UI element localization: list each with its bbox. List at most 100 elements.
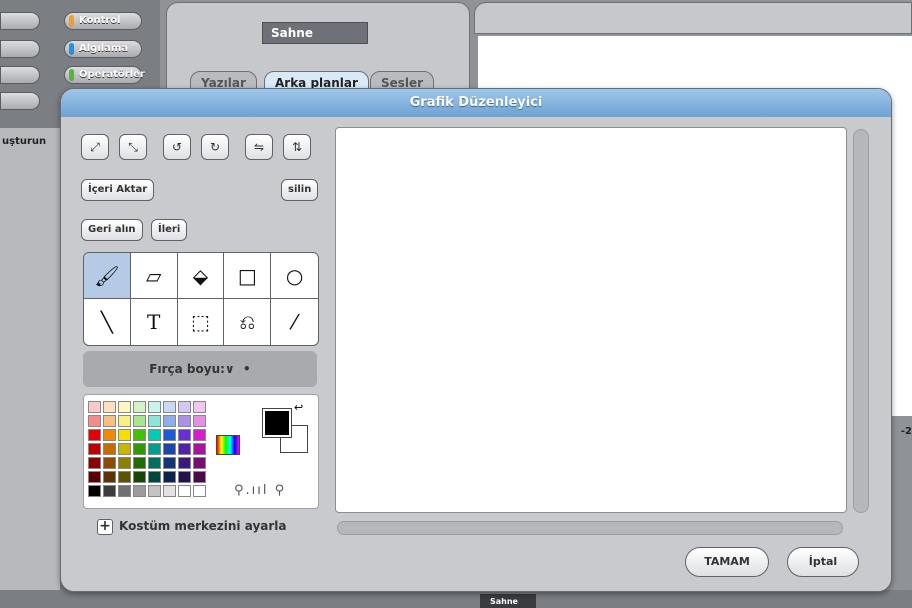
color-swatch[interactable] xyxy=(88,485,101,497)
color-swatch[interactable] xyxy=(148,471,161,483)
vertical-scrollbar[interactable] xyxy=(853,129,869,513)
color-swatch[interactable] xyxy=(133,471,146,483)
category-sensing-button[interactable]: Algılama xyxy=(64,40,142,58)
color-swatch[interactable] xyxy=(118,443,131,455)
color-swatch[interactable] xyxy=(178,429,191,441)
swap-colors-icon[interactable]: ↩ xyxy=(294,401,303,414)
color-swatch[interactable] xyxy=(88,443,101,455)
color-palette: ↩ ⚲.ııl ⚲ xyxy=(83,394,319,509)
undo-button[interactable]: Geri alın xyxy=(81,219,143,241)
color-picker-icon[interactable] xyxy=(216,435,240,455)
color-swatch[interactable] xyxy=(88,415,101,427)
rectangle-tool[interactable]: □ xyxy=(224,253,272,299)
color-swatch[interactable] xyxy=(193,415,206,427)
color-swatch[interactable] xyxy=(193,429,206,441)
fill-tool[interactable]: ⬙ xyxy=(177,253,225,299)
color-swatch[interactable] xyxy=(193,443,206,455)
set-costume-center-button[interactable]: + Kostüm merkezini ayarla xyxy=(97,519,287,535)
color-swatch[interactable] xyxy=(163,429,176,441)
color-swatch[interactable] xyxy=(103,415,116,427)
color-swatch[interactable] xyxy=(148,401,161,413)
color-swatch[interactable] xyxy=(148,457,161,469)
color-swatch[interactable] xyxy=(133,485,146,497)
color-swatch[interactable] xyxy=(148,415,161,427)
redo-button[interactable]: İleri xyxy=(151,219,188,241)
color-swatch[interactable] xyxy=(118,471,131,483)
color-swatch[interactable] xyxy=(88,401,101,413)
import-button[interactable]: İçeri Aktar xyxy=(81,179,155,201)
color-swatch[interactable] xyxy=(163,401,176,413)
eraser-tool[interactable]: ▱ xyxy=(130,253,178,299)
ok-button[interactable]: TAMAM xyxy=(685,547,769,577)
color-swatch[interactable] xyxy=(148,485,161,497)
text-tool[interactable]: T xyxy=(131,299,178,345)
color-swatch[interactable] xyxy=(103,485,116,497)
category-control-button[interactable]: Kontrol xyxy=(64,12,142,30)
color-swatch[interactable] xyxy=(133,457,146,469)
color-swatch[interactable] xyxy=(163,457,176,469)
line-tool[interactable]: ╲ xyxy=(84,299,131,345)
color-swatch[interactable] xyxy=(163,485,176,497)
category-operators-button[interactable]: Operatörler xyxy=(64,66,145,84)
category-button-stub[interactable] xyxy=(0,92,40,110)
rotate-cw-button[interactable]: ↻ xyxy=(201,134,229,160)
select-tool[interactable]: ⬚ xyxy=(178,299,225,345)
color-swatch[interactable] xyxy=(178,401,191,413)
color-swatch[interactable] xyxy=(148,429,161,441)
category-button-stub[interactable] xyxy=(0,12,40,30)
grow-button[interactable]: ⤢ xyxy=(81,134,109,160)
color-swatch[interactable] xyxy=(118,429,131,441)
color-swatch[interactable] xyxy=(88,471,101,483)
zoom-control[interactable]: ⚲.ııl ⚲ xyxy=(234,483,286,498)
flip-horizontal-button[interactable]: ⇋ xyxy=(245,134,273,160)
flip-vertical-button[interactable]: ⇅ xyxy=(283,134,311,160)
brush-size-panel[interactable]: Fırça boyu:∨ • xyxy=(83,351,317,387)
color-swatch[interactable] xyxy=(178,471,191,483)
color-swatch[interactable] xyxy=(163,415,176,427)
grow-icon: ⤢ xyxy=(90,140,100,154)
paintbrush-tool[interactable]: 🖌 xyxy=(84,253,131,299)
color-swatch[interactable] xyxy=(178,443,191,455)
color-swatch[interactable] xyxy=(133,443,146,455)
stamp-tool[interactable]: ⎌ xyxy=(224,299,272,345)
color-swatch[interactable] xyxy=(163,471,176,483)
rotate-ccw-button[interactable]: ↺ xyxy=(163,134,191,160)
category-button-stub[interactable] xyxy=(0,66,40,84)
color-swatch[interactable] xyxy=(193,471,206,483)
color-swatch[interactable] xyxy=(103,457,116,469)
color-swatch[interactable] xyxy=(178,415,191,427)
cancel-button[interactable]: İptal xyxy=(787,547,859,577)
foreground-color-swatch[interactable] xyxy=(262,408,292,438)
color-swatch[interactable] xyxy=(103,429,116,441)
horizontal-scrollbar[interactable] xyxy=(337,521,843,535)
color-swatch[interactable] xyxy=(193,485,206,497)
color-swatch[interactable] xyxy=(103,443,116,455)
chevron-down-icon: ∨ xyxy=(224,362,235,376)
color-swatch[interactable] xyxy=(118,457,131,469)
color-swatch[interactable] xyxy=(133,429,146,441)
category-button-stub[interactable] xyxy=(0,40,40,58)
drawing-canvas[interactable] xyxy=(335,127,847,513)
color-swatch[interactable] xyxy=(193,457,206,469)
color-swatch[interactable] xyxy=(178,457,191,469)
color-swatch[interactable] xyxy=(148,443,161,455)
color-swatch[interactable] xyxy=(118,401,131,413)
color-swatch[interactable] xyxy=(103,401,116,413)
select-icon: ⬚ xyxy=(191,310,210,334)
color-swatch[interactable] xyxy=(133,401,146,413)
color-swatch[interactable] xyxy=(88,429,101,441)
color-swatch[interactable] xyxy=(103,471,116,483)
shrink-button[interactable]: ⤡ xyxy=(119,134,147,160)
color-swatch[interactable] xyxy=(88,457,101,469)
eyedropper-tool[interactable]: ⁄ xyxy=(271,299,318,345)
color-swatch[interactable] xyxy=(118,415,131,427)
stage-thumbnail-label[interactable]: Sahne xyxy=(480,594,536,608)
stage-name-field[interactable]: Sahne xyxy=(262,22,368,44)
ellipse-tool[interactable]: ○ xyxy=(271,253,318,299)
color-swatch[interactable] xyxy=(163,443,176,455)
clear-button[interactable]: silin xyxy=(281,179,319,201)
color-swatch[interactable] xyxy=(178,485,191,497)
color-swatch[interactable] xyxy=(193,401,206,413)
color-swatch[interactable] xyxy=(133,415,146,427)
color-swatch[interactable] xyxy=(118,485,131,497)
